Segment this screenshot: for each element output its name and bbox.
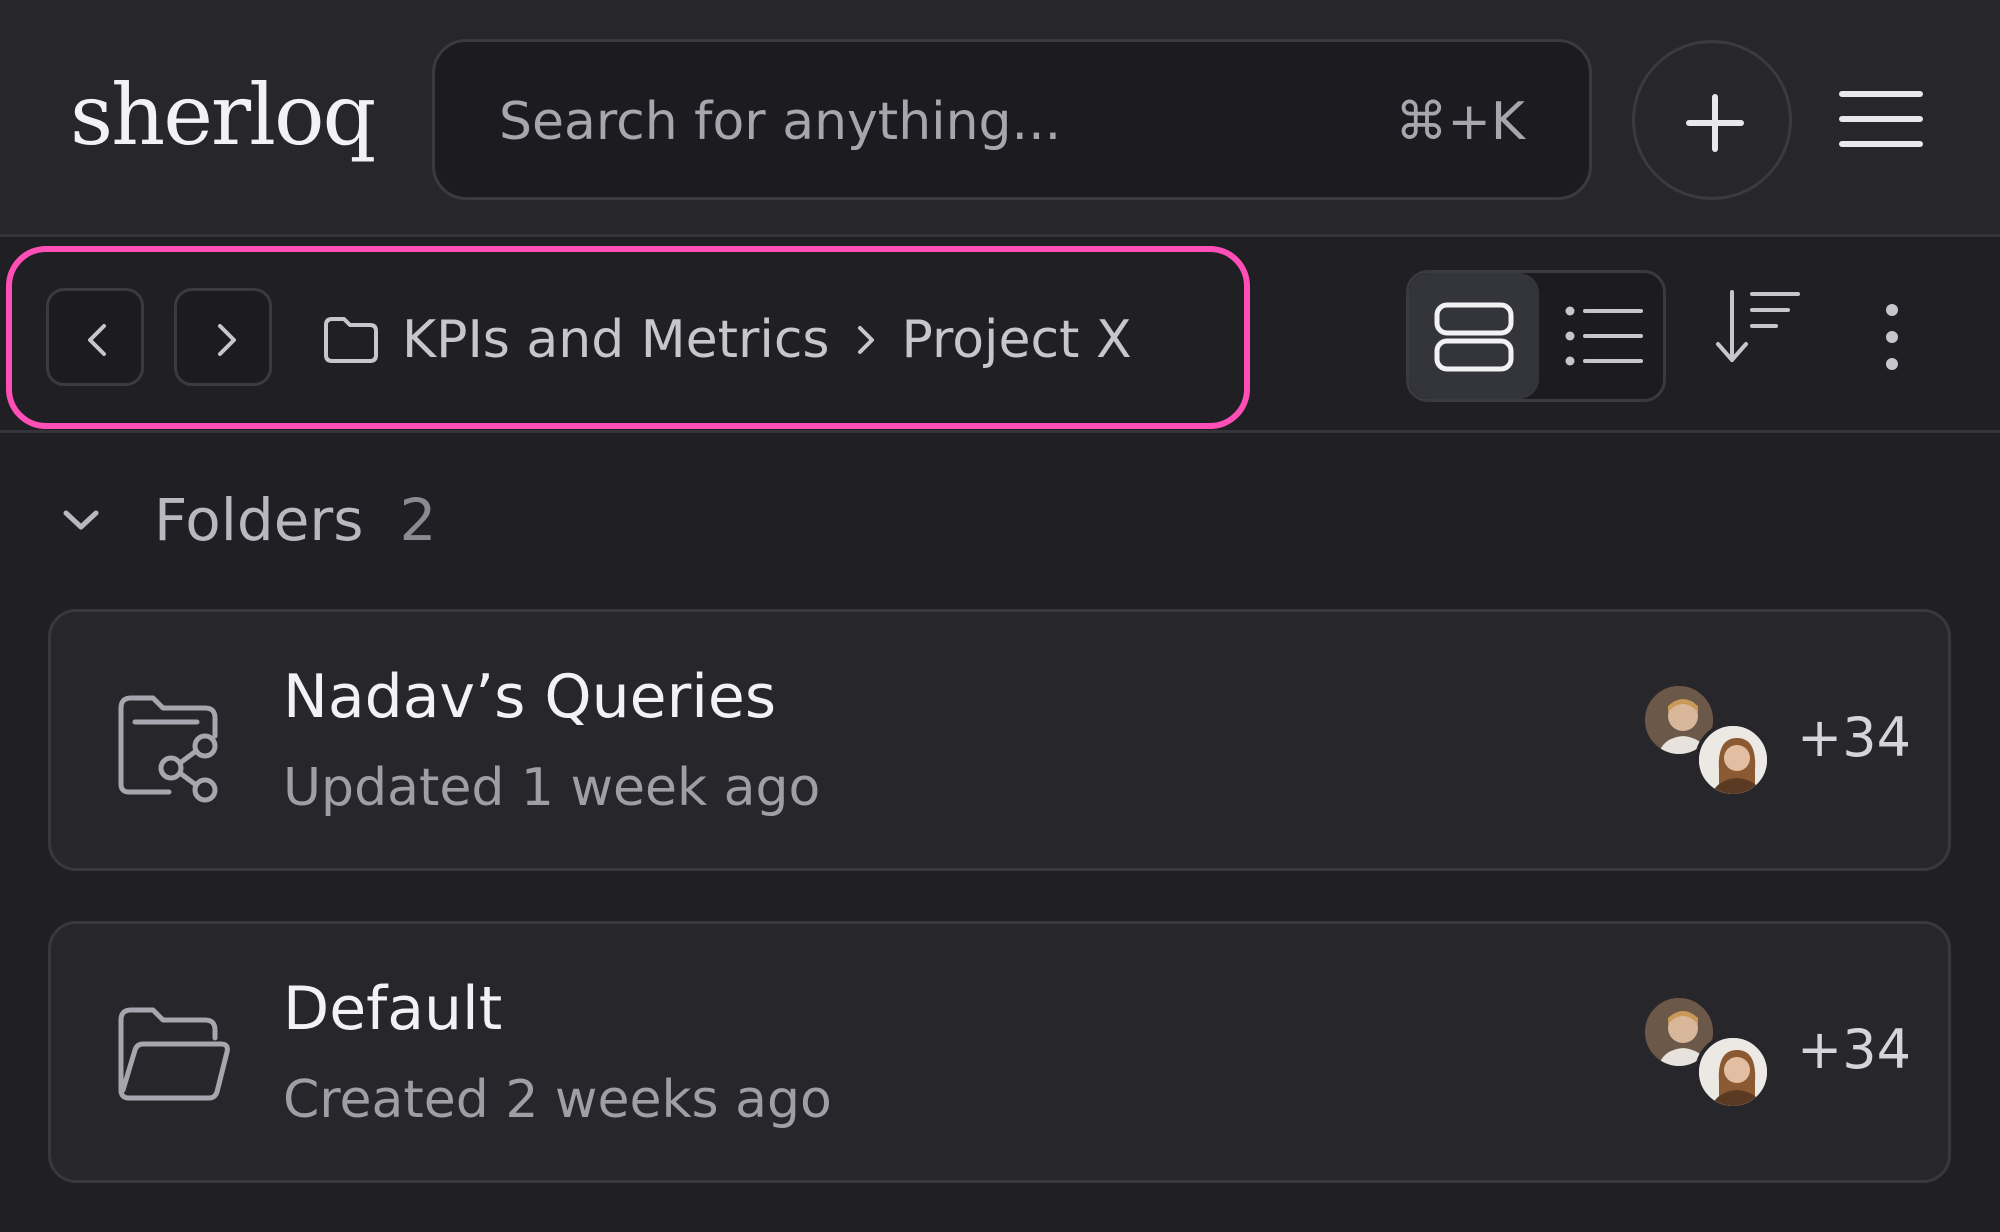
chevron-right-icon xyxy=(218,324,236,356)
plus-icon xyxy=(1686,94,1744,152)
chevron-right-icon xyxy=(852,322,880,358)
avatar xyxy=(1695,1034,1771,1110)
shared-folder-icon xyxy=(113,688,233,808)
section-title: Folders xyxy=(154,486,364,554)
folder-card[interactable]: Nadav’s Queries Updated 1 week ago +34 xyxy=(48,609,1951,871)
folder-card[interactable]: Default Created 2 weeks ago +34 xyxy=(48,921,1951,1183)
folders-section-header[interactable]: Folders 2 xyxy=(60,480,436,560)
top-header: sherloq Search for anything... ⌘+K xyxy=(0,0,2000,237)
chevron-left-icon xyxy=(88,324,106,356)
folder-name: Nadav’s Queries xyxy=(283,662,777,732)
sort-descending-icon xyxy=(1716,290,1800,362)
forward-button[interactable] xyxy=(174,288,272,386)
back-button[interactable] xyxy=(46,288,144,386)
hamburger-icon xyxy=(1839,91,1923,147)
breadcrumb-item-project-x[interactable]: Project X xyxy=(902,310,1132,370)
card-view-button[interactable] xyxy=(1409,273,1539,399)
sort-button[interactable] xyxy=(1712,286,1802,370)
folder-meta: Updated 1 week ago xyxy=(283,758,821,818)
chevron-down-icon[interactable] xyxy=(60,505,102,535)
add-button[interactable] xyxy=(1632,40,1792,200)
more-options-button[interactable] xyxy=(1880,302,1904,376)
search-shortcut-hint: ⌘+K xyxy=(1395,92,1525,152)
view-mode-toggle xyxy=(1406,270,1666,402)
search-input[interactable]: Search for anything... ⌘+K xyxy=(432,39,1592,200)
avatar xyxy=(1695,722,1771,798)
members-count: +34 xyxy=(1797,706,1911,769)
navigation-toolbar: KPIs and Metrics Project X xyxy=(0,240,2000,433)
card-view-icon xyxy=(1434,302,1514,372)
logo[interactable]: sherloq xyxy=(70,66,376,164)
folder-icon xyxy=(324,317,378,363)
breadcrumb: KPIs and Metrics Project X xyxy=(322,300,1132,380)
section-count: 2 xyxy=(399,486,437,554)
breadcrumb-item-kpis[interactable]: KPIs and Metrics xyxy=(402,310,830,370)
folder-meta: Created 2 weeks ago xyxy=(283,1070,832,1130)
list-view-icon xyxy=(1565,306,1643,366)
members-count: +34 xyxy=(1797,1018,1911,1081)
folder-name: Default xyxy=(283,974,503,1044)
search-placeholder: Search for anything... xyxy=(499,92,1062,152)
menu-button[interactable] xyxy=(1838,88,1924,150)
folder-open-icon xyxy=(113,1004,233,1108)
more-vertical-icon xyxy=(1886,304,1898,370)
